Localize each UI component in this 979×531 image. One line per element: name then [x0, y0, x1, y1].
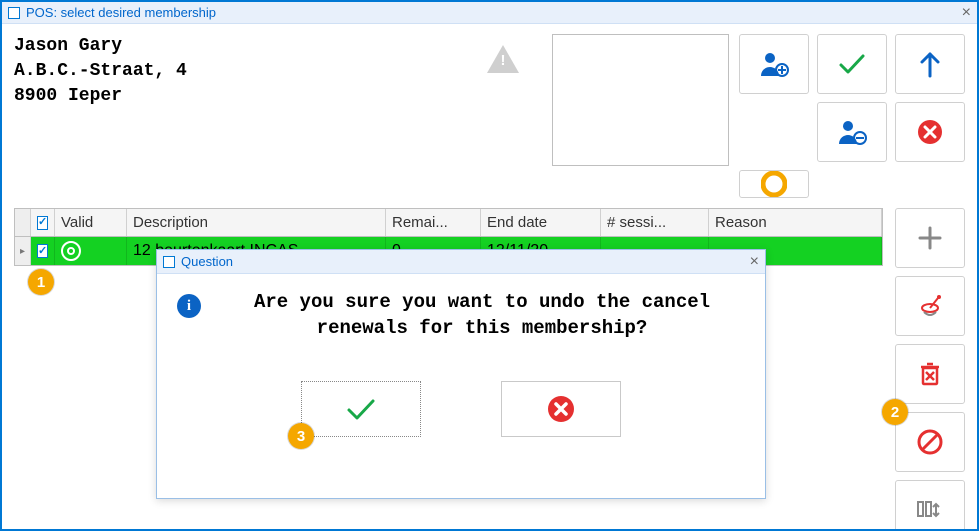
- question-dialog: Question × i Are you sure you want to un…: [156, 249, 766, 499]
- callout-3: 3: [288, 423, 314, 449]
- columns-icon: [916, 498, 944, 522]
- pos-window: POS: select desired membership × Jason G…: [0, 0, 979, 531]
- add-person-icon: [759, 50, 789, 78]
- row-expand-handle[interactable]: ▸: [15, 237, 31, 265]
- window-icon: [8, 7, 20, 19]
- cancel-icon: [917, 119, 943, 145]
- add-person-button[interactable]: [739, 34, 809, 94]
- row-checkbox[interactable]: [31, 237, 55, 265]
- row-valid-indicator: [55, 237, 127, 265]
- info-icon: i: [177, 294, 201, 318]
- forbidden-icon: [916, 428, 944, 456]
- warning-indicator: [468, 34, 538, 84]
- cancel-button[interactable]: [895, 102, 965, 162]
- dialog-cancel-button[interactable]: [501, 381, 621, 437]
- satellite-button[interactable]: [895, 276, 965, 336]
- header-checkbox[interactable]: [31, 209, 55, 236]
- callout-1: 1: [28, 269, 54, 295]
- header-end-date[interactable]: End date: [481, 209, 601, 236]
- action-button-grid: [739, 34, 965, 198]
- customer-street: A.B.C.-Straat, 4: [14, 59, 314, 84]
- top-panel: Jason Gary A.B.C.-Straat, 4 8900 Ieper: [2, 24, 977, 208]
- photo-preview-box: [552, 34, 729, 166]
- warning-icon: [487, 45, 519, 73]
- header-remaining[interactable]: Remai...: [386, 209, 481, 236]
- header-description[interactable]: Description: [127, 209, 386, 236]
- dialog-message: Are you sure you want to undo the cancel…: [219, 290, 745, 341]
- side-toolbar: [895, 208, 965, 531]
- satellite-icon: [916, 292, 944, 320]
- dialog-close-button[interactable]: ×: [750, 253, 759, 271]
- window-title: POS: select desired membership: [26, 5, 216, 20]
- cancel-icon: [546, 394, 576, 424]
- add-button[interactable]: [895, 208, 965, 268]
- window-titlebar: POS: select desired membership ×: [2, 2, 977, 24]
- check-icon: [344, 396, 378, 422]
- grid-header-row: Valid Description Remai... End date # se…: [15, 209, 882, 237]
- header-reason[interactable]: Reason: [709, 209, 882, 236]
- confirm-button[interactable]: [817, 34, 887, 94]
- remove-person-button[interactable]: [817, 102, 887, 162]
- forbidden-button[interactable]: [895, 412, 965, 472]
- dialog-window-icon: [163, 256, 175, 268]
- plus-icon: [917, 225, 943, 251]
- move-up-button[interactable]: [895, 34, 965, 94]
- window-close-button[interactable]: ×: [962, 4, 971, 22]
- customer-name: Jason Gary: [14, 34, 314, 59]
- record-button[interactable]: [739, 170, 809, 198]
- customer-city: 8900 Ieper: [14, 84, 314, 109]
- header-valid[interactable]: Valid: [55, 209, 127, 236]
- callout-2: 2: [882, 399, 908, 425]
- remove-person-icon: [837, 118, 867, 146]
- header-sessions[interactable]: # sessi...: [601, 209, 709, 236]
- dialog-confirm-button[interactable]: [301, 381, 421, 437]
- dialog-titlebar: Question ×: [157, 250, 765, 274]
- trash-icon: [918, 361, 942, 387]
- arrow-up-icon: [919, 50, 941, 78]
- customer-info: Jason Gary A.B.C.-Straat, 4 8900 Ieper: [14, 34, 314, 198]
- row-handle-header: [15, 209, 31, 236]
- check-icon: [837, 52, 867, 76]
- columns-button[interactable]: [895, 480, 965, 531]
- delete-button[interactable]: [895, 344, 965, 404]
- record-icon: [761, 171, 787, 197]
- dialog-title: Question: [181, 254, 233, 269]
